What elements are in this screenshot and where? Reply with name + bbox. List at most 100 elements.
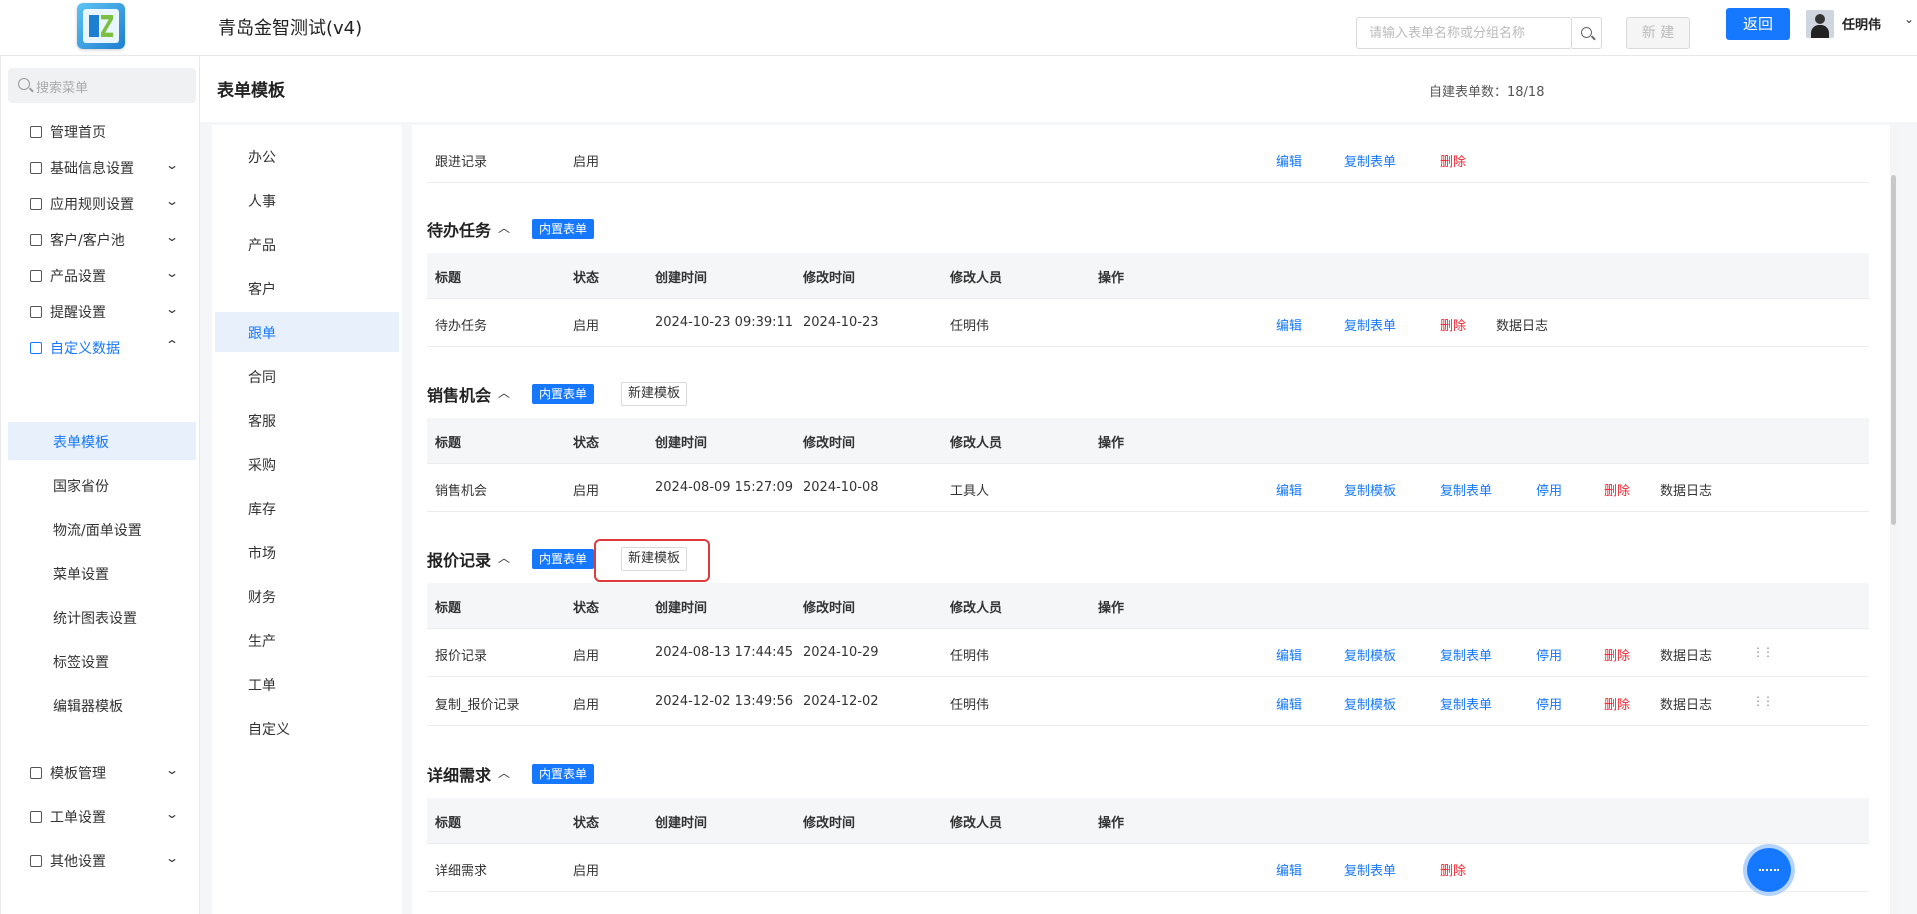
table-header: 标题 状态 创建时间 修改时间 修改人员 操作	[427, 418, 1869, 464]
col-header: 操作	[1098, 271, 1125, 286]
drag-handle-icon[interactable]: ⋮⋮	[1752, 694, 1774, 708]
col-header: 修改时间	[803, 601, 856, 616]
menu-search-placeholder: 搜索菜单	[36, 81, 89, 96]
category-item[interactable]: 产品	[215, 224, 399, 264]
category-item[interactable]: 工单	[215, 664, 399, 704]
avatar[interactable]	[1806, 10, 1834, 38]
drag-handle-icon[interactable]: ⋮⋮	[1752, 645, 1774, 659]
chevron-down-icon: ⌄	[164, 763, 180, 777]
category-item[interactable]: 合同	[215, 356, 399, 396]
chevron-down-icon: ⌄	[164, 194, 180, 208]
floating-assistant-button[interactable]	[1747, 848, 1791, 892]
category-item[interactable]: 客服	[215, 400, 399, 440]
form-search-input[interactable]	[1357, 18, 1571, 48]
data-log-link[interactable]: 数据日志	[1660, 480, 1712, 499]
delete-link[interactable]: 删除	[1604, 645, 1630, 664]
sidebar-subitem-tag-settings[interactable]: 标签设置	[8, 642, 196, 680]
cell-status: 启用	[573, 484, 600, 499]
category-item[interactable]: 市场	[215, 532, 399, 572]
copy-form-link[interactable]: 复制表单	[1440, 480, 1492, 499]
sidebar-item-app-rules[interactable]: 应用规则设置 ⌄	[1, 185, 200, 221]
copy-form-link[interactable]: 复制表单	[1440, 694, 1492, 713]
username[interactable]: 任明伟	[1842, 14, 1881, 33]
chevron-down-icon: ⌄	[164, 266, 180, 280]
delete-link[interactable]: 删除	[1440, 860, 1466, 879]
sidebar-subitem-country-province[interactable]: 国家省份	[8, 466, 196, 504]
sidebar-item-workorder-settings[interactable]: 工单设置 ⌄	[1, 798, 200, 834]
sidebar-item-home[interactable]: 管理首页	[1, 113, 200, 149]
data-log-link[interactable]: 数据日志	[1660, 645, 1712, 664]
delete-link[interactable]: 删除	[1440, 151, 1466, 170]
chevron-up-icon[interactable]: ︿	[498, 384, 510, 401]
category-item[interactable]: 人事	[215, 180, 399, 220]
copy-template-link[interactable]: 复制模板	[1344, 645, 1396, 664]
category-item-selected[interactable]: 跟单	[215, 312, 399, 352]
search-icon	[18, 78, 30, 90]
edit-link[interactable]: 编辑	[1276, 645, 1302, 664]
sidebar-item-other-settings[interactable]: 其他设置 ⌄	[1, 842, 200, 878]
sidebar-subitem-chart-settings[interactable]: 统计图表设置	[8, 598, 196, 636]
sidebar-item-custom-data[interactable]: 自定义数据 ⌃	[1, 329, 200, 365]
page-header: 表单模板 自建表单数：18/18	[200, 56, 1917, 122]
users-icon	[30, 234, 42, 246]
chevron-down-icon[interactable]: ⌄	[1904, 12, 1914, 26]
form-search-button[interactable]	[1572, 17, 1602, 49]
cell-status: 启用	[573, 319, 600, 334]
delete-link[interactable]: 删除	[1440, 315, 1466, 334]
copy-template-link[interactable]: 复制模板	[1344, 480, 1396, 499]
edit-link[interactable]: 编辑	[1276, 694, 1302, 713]
layout-icon	[30, 767, 42, 779]
copy-form-link[interactable]: 复制表单	[1344, 860, 1396, 879]
new-template-button[interactable]: 新建模板	[621, 382, 688, 406]
sidebar-item-template-management[interactable]: 模板管理 ⌄	[1, 754, 200, 790]
cell-status: 启用	[573, 698, 600, 713]
disable-link[interactable]: 停用	[1536, 694, 1562, 713]
delete-link[interactable]: 删除	[1604, 480, 1630, 499]
edit-link[interactable]: 编辑	[1276, 480, 1302, 499]
disable-link[interactable]: 停用	[1536, 645, 1562, 664]
category-label: 库存	[248, 502, 276, 518]
category-item[interactable]: 财务	[215, 576, 399, 616]
sidebar-item-customers[interactable]: 客户/客户池 ⌄	[1, 221, 200, 257]
category-item[interactable]: 办公	[215, 136, 399, 176]
copy-form-link[interactable]: 复制表单	[1440, 645, 1492, 664]
new-form-button[interactable]: 新 建	[1626, 17, 1690, 49]
chevron-down-icon: ⌄	[164, 851, 180, 865]
sidebar-item-reminders[interactable]: 提醒设置 ⌄	[1, 293, 200, 329]
sidebar-subitem-form-templates[interactable]: 表单模板	[8, 422, 196, 460]
scrollbar-thumb[interactable]	[1891, 175, 1896, 525]
col-header: 标题	[435, 601, 462, 616]
category-item[interactable]: 自定义	[215, 708, 399, 748]
edit-link[interactable]: 编辑	[1276, 151, 1302, 170]
data-log-link[interactable]: 数据日志	[1496, 315, 1548, 334]
sidebar-item-products[interactable]: 产品设置 ⌄	[1, 257, 200, 293]
menu-search-input[interactable]: 搜索菜单	[8, 68, 196, 103]
category-item[interactable]: 生产	[215, 620, 399, 660]
category-item[interactable]: 采购	[215, 444, 399, 484]
chevron-up-icon[interactable]: ︿	[498, 764, 510, 781]
chevron-down-icon: ⌄	[164, 302, 180, 316]
sidebar-subitem-menu-settings[interactable]: 菜单设置	[8, 554, 196, 592]
back-button[interactable]: 返回	[1726, 8, 1790, 40]
edit-link[interactable]: 编辑	[1276, 860, 1302, 879]
copy-form-link[interactable]: 复制表单	[1344, 315, 1396, 334]
cell-modifier: 任明伟	[950, 319, 990, 334]
chevron-up-icon[interactable]: ︿	[498, 219, 510, 236]
disable-link[interactable]: 停用	[1536, 480, 1562, 499]
sidebar-subitem-label: 表单模板	[53, 435, 109, 451]
sidebar-item-basic-info[interactable]: 基础信息设置 ⌄	[1, 149, 200, 185]
delete-link[interactable]: 删除	[1604, 694, 1630, 713]
copy-form-link[interactable]: 复制表单	[1344, 151, 1396, 170]
sidebar-subitem-logistics[interactable]: 物流/面单设置	[8, 510, 196, 548]
col-header: 状态	[573, 601, 600, 616]
copy-template-link[interactable]: 复制模板	[1344, 694, 1396, 713]
sidebar: 搜索菜单 管理首页 基础信息设置 ⌄ 应用规则设置 ⌄ 客户/客户池 ⌄ 产品设…	[0, 56, 200, 914]
category-item[interactable]: 客户	[215, 268, 399, 308]
data-log-link[interactable]: 数据日志	[1660, 694, 1712, 713]
sidebar-subitem-editor-templates[interactable]: 编辑器模板	[8, 686, 196, 724]
edit-link[interactable]: 编辑	[1276, 315, 1302, 334]
category-item[interactable]: 库存	[215, 488, 399, 528]
col-header: 创建时间	[655, 816, 708, 831]
col-header: 修改时间	[803, 271, 856, 286]
chevron-up-icon[interactable]: ︿	[498, 549, 510, 566]
